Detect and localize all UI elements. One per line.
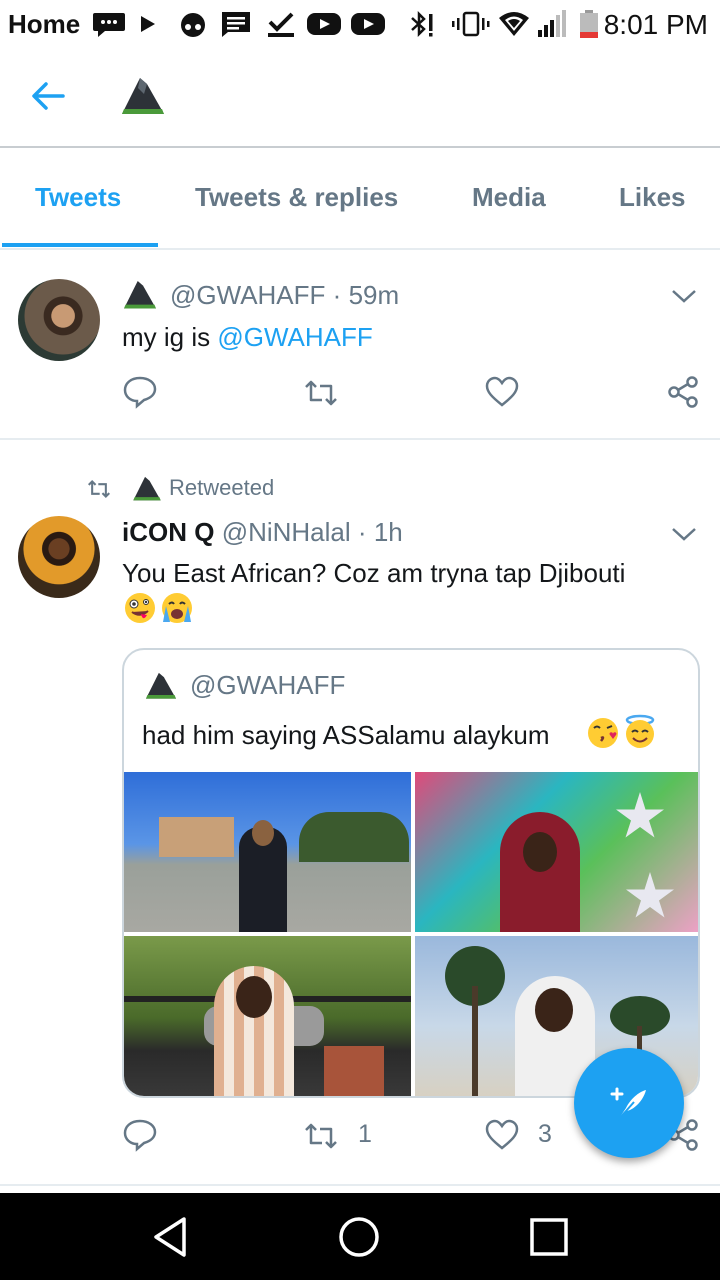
profile-tabs: Tweets Tweets & replies Media Likes <box>0 148 720 250</box>
profile-header <box>0 50 720 148</box>
tweet-time: 1h <box>373 517 403 547</box>
tab-tweets[interactable]: Tweets <box>35 182 121 213</box>
mountain-icon <box>146 672 176 699</box>
mountain-icon <box>122 78 164 114</box>
crying-face-emoji <box>162 593 192 623</box>
like-count: 3 <box>538 1120 552 1148</box>
wifi-icon <box>499 12 529 36</box>
retweet-icon <box>88 480 110 498</box>
retweet-count: 1 <box>358 1120 372 1148</box>
check-icon <box>268 12 294 37</box>
carrier-label: Home <box>8 9 81 39</box>
signal-icon <box>538 10 566 37</box>
quoted-handle: @GWAHAFF <box>190 670 346 700</box>
photo-mural-wall[interactable] <box>415 772 698 932</box>
chat-icon <box>93 13 125 37</box>
quoted-text: had him saying ASSalamu alaykum <box>142 720 550 750</box>
tweet-handle[interactable]: @NiNHalal <box>222 517 351 547</box>
like-icon[interactable] <box>484 376 520 408</box>
mountain-icon <box>124 281 156 309</box>
compose-feather-icon <box>610 1087 646 1121</box>
zany-face-emoji <box>125 593 155 623</box>
meta-separator: · <box>357 517 367 547</box>
tweet-meta: iCON Q @NiNHalal · 1h <box>122 517 403 548</box>
retweet-icon[interactable] <box>302 378 340 408</box>
message-icon <box>222 12 250 37</box>
system-nav-bar <box>0 1193 720 1280</box>
chevron-down-icon[interactable] <box>670 524 698 544</box>
back-arrow-icon[interactable] <box>30 80 66 112</box>
quoted-tweet[interactable]: @GWAHAFF had him saying ASSalamu alaykum <box>122 648 700 1098</box>
youtube-icon <box>351 13 385 35</box>
status-bar: Home 8:01 PM <box>0 0 720 50</box>
tweet-divider <box>0 1184 720 1186</box>
tweet-text: my ig is @GWAHAFF <box>122 322 373 353</box>
avatar[interactable] <box>18 279 100 361</box>
bluetooth-icon <box>411 10 433 38</box>
recents-nav-icon[interactable] <box>529 1217 569 1257</box>
tab-tweets-and-replies[interactable]: Tweets & replies <box>195 182 398 213</box>
tweet-meta: @GWAHAFF · 59m <box>170 280 399 311</box>
play-icon <box>141 16 155 32</box>
reply-icon[interactable] <box>122 1118 158 1152</box>
photo-parking-lot[interactable] <box>124 772 411 932</box>
share-icon[interactable] <box>666 375 700 409</box>
meta-separator: · <box>332 280 342 310</box>
back-nav-icon[interactable] <box>150 1215 190 1259</box>
notification-icon <box>181 13 205 37</box>
home-nav-icon[interactable] <box>338 1216 380 1258</box>
tweet-text: You East African? Coz am tryna tap Djibo… <box>122 558 626 588</box>
youtube-icon <box>307 13 341 35</box>
vibrate-icon <box>452 11 490 37</box>
photo-grill-patio[interactable] <box>124 936 411 1096</box>
halo-face-emoji <box>625 714 655 748</box>
mention-link[interactable]: @GWAHAFF <box>217 322 372 352</box>
display-name[interactable]: iCON Q <box>122 517 214 547</box>
like-icon[interactable] <box>484 1119 520 1151</box>
tweet-handle[interactable]: @GWAHAFF <box>170 280 325 310</box>
mountain-icon <box>133 476 161 501</box>
active-tab-indicator <box>2 243 158 247</box>
tab-likes[interactable]: Likes <box>619 182 686 213</box>
retweeted-label: Retweeted <box>169 475 275 500</box>
tweet-text-body: my ig is <box>122 322 218 352</box>
reply-icon[interactable] <box>122 375 158 409</box>
chevron-down-icon[interactable] <box>670 286 698 306</box>
kiss-face-emoji <box>588 718 618 748</box>
avatar[interactable] <box>18 516 100 598</box>
tweet-time: 59m <box>348 280 400 310</box>
tweet[interactable]: @GWAHAFF · 59m my ig is @GWAHAFF <box>0 250 720 440</box>
tab-media[interactable]: Media <box>472 182 546 213</box>
retweet-icon[interactable] <box>302 1121 340 1151</box>
clock: 8:01 PM <box>603 9 708 40</box>
compose-tweet-button[interactable] <box>574 1048 684 1158</box>
battery-icon <box>580 10 598 38</box>
